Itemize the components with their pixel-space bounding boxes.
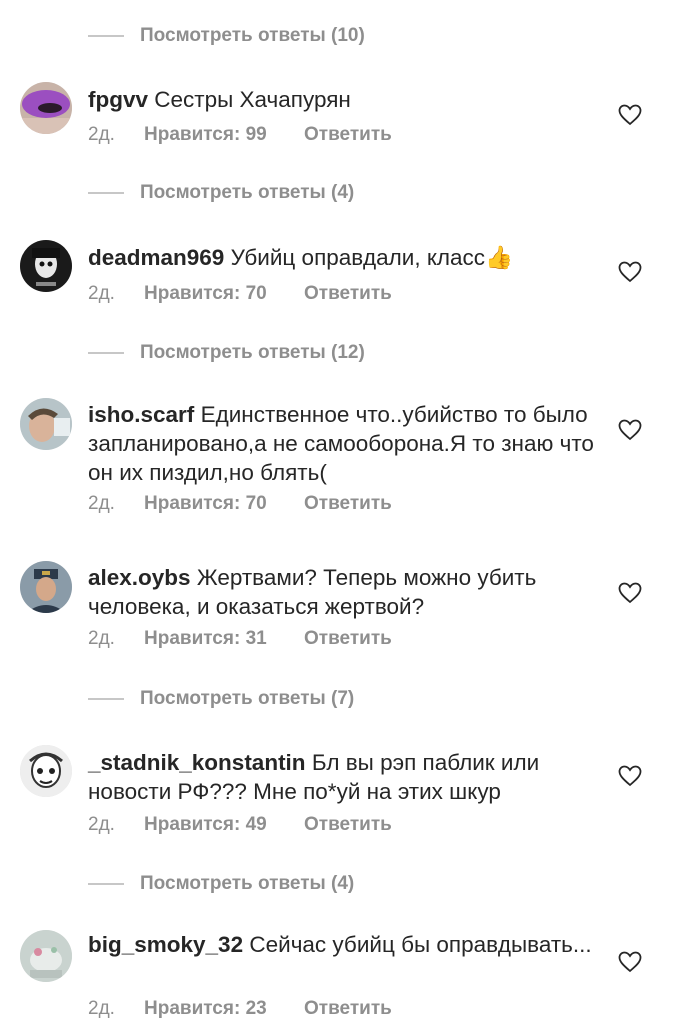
comment-meta: 2д. Нравится: 49 Ответить — [88, 814, 392, 836]
comment-body: Убийц оправдали, класс👍 — [230, 245, 514, 270]
heart-icon[interactable] — [618, 261, 642, 283]
avatar[interactable] — [20, 398, 72, 450]
comment-meta: 2д. Нравится: 70 Ответить — [88, 493, 392, 515]
comment-time: 2д. — [88, 628, 115, 649]
heart-icon[interactable] — [618, 951, 642, 973]
comment-meta: 2д. Нравится: 70 Ответить — [88, 283, 392, 305]
comment-likes[interactable]: Нравится: 23 — [144, 998, 304, 1020]
comment-meta: 2д. Нравится: 23 Ответить — [88, 998, 392, 1020]
reply-button[interactable]: Ответить — [304, 493, 392, 515]
comment-time: 2д. — [88, 124, 115, 145]
view-replies-button[interactable]: Посмотреть ответы (10) — [88, 25, 365, 47]
comment-time: 2д. — [88, 493, 115, 514]
avatar[interactable] — [20, 561, 72, 613]
comment-body: Сестры Хачапурян — [154, 87, 351, 112]
view-replies-label: Посмотреть ответы (10) — [140, 25, 365, 46]
view-replies-label: Посмотреть ответы (7) — [140, 688, 355, 709]
comment-meta: 2д. Нравится: 31 Ответить — [88, 628, 392, 650]
heart-icon[interactable] — [618, 419, 642, 441]
heart-icon[interactable] — [618, 104, 642, 126]
reply-button[interactable]: Ответить — [304, 814, 392, 836]
reply-button[interactable]: Ответить — [304, 998, 392, 1020]
avatar[interactable] — [20, 930, 72, 982]
view-replies-button[interactable]: Посмотреть ответы (7) — [88, 688, 354, 710]
comment-meta: 2д. Нравится: 99 Ответить — [88, 124, 392, 146]
view-replies-label: Посмотреть ответы (4) — [140, 182, 355, 203]
comment-likes[interactable]: Нравится: 31 — [144, 628, 304, 650]
comment-likes[interactable]: Нравится: 70 — [144, 283, 304, 305]
comment-text: deadman969 Убийц оправдали, класс👍 — [88, 243, 598, 272]
view-replies-label: Посмотреть ответы (12) — [140, 342, 365, 363]
reply-button[interactable]: Ответить — [304, 124, 392, 146]
heart-icon[interactable] — [618, 765, 642, 787]
heart-icon[interactable] — [618, 582, 642, 604]
comment-username[interactable]: _stadnik_konstantin — [88, 750, 306, 775]
reply-button[interactable]: Ответить — [304, 283, 392, 305]
comment-text: big_smoky_32 Сейчас убийц бы оправдывать… — [88, 930, 598, 959]
comment-username[interactable]: deadman969 — [88, 245, 224, 270]
view-replies-button[interactable]: Посмотреть ответы (4) — [88, 182, 354, 204]
comment-text: isho.scarf Единственное что..убийство то… — [88, 400, 598, 487]
comment-likes[interactable]: Нравится: 49 — [144, 814, 304, 836]
comment-likes[interactable]: Нравится: 99 — [144, 124, 304, 146]
comment-username[interactable]: big_smoky_32 — [88, 932, 243, 957]
comment-text: alex.oybs Жертвами? Теперь можно убить ч… — [88, 563, 598, 621]
comment-time: 2д. — [88, 998, 115, 1019]
avatar[interactable] — [20, 745, 72, 797]
divider — [88, 883, 124, 885]
view-replies-label: Посмотреть ответы (4) — [140, 873, 355, 894]
avatar[interactable] — [20, 82, 72, 134]
divider — [88, 35, 124, 37]
comment-body: Сейчас убийц бы оправдывать... — [249, 932, 592, 957]
comment-username[interactable]: alex.oybs — [88, 565, 191, 590]
comment-text: fpgvv Сестры Хачапурян — [88, 85, 598, 114]
avatar[interactable] — [20, 240, 72, 292]
divider — [88, 698, 124, 700]
comment-username[interactable]: fpgvv — [88, 87, 148, 112]
view-replies-button[interactable]: Посмотреть ответы (12) — [88, 342, 365, 364]
comment-likes[interactable]: Нравится: 70 — [144, 493, 304, 515]
divider — [88, 192, 124, 194]
comment-time: 2д. — [88, 814, 115, 835]
comment-username[interactable]: isho.scarf — [88, 402, 194, 427]
comment-time: 2д. — [88, 283, 115, 304]
divider — [88, 352, 124, 354]
reply-button[interactable]: Ответить — [304, 628, 392, 650]
comment-text: _stadnik_konstantin Бл вы рэп паблик или… — [88, 748, 598, 806]
view-replies-button[interactable]: Посмотреть ответы (4) — [88, 873, 354, 895]
